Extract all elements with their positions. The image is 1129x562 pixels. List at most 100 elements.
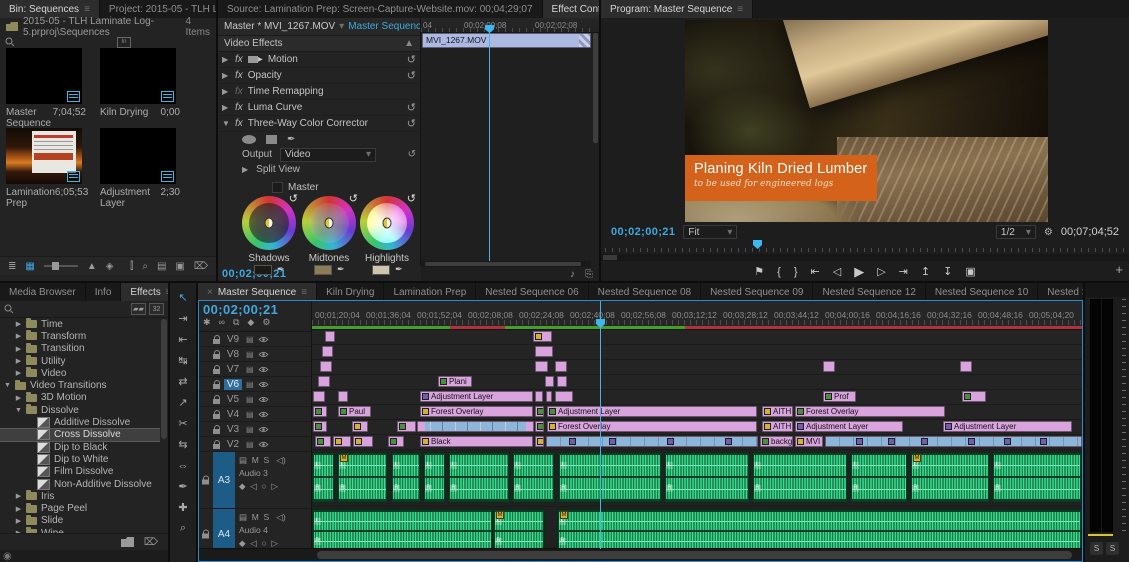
tab-fx-media-browser[interactable]: Media Browser: [0, 283, 86, 301]
nest-toggle-icon[interactable]: ⧉: [233, 317, 239, 328]
video-track-v2[interactable]: BlackbackgMVI: [312, 435, 1082, 450]
add-marker-button[interactable]: ⚑: [754, 265, 764, 278]
sync-lock-icon[interactable]: ▤: [246, 350, 254, 359]
32-bit-color-icon[interactable]: 32: [149, 303, 164, 315]
tree-effect-dip-to-black[interactable]: Dip to Black: [0, 441, 160, 453]
twirl-icon[interactable]: ▶: [222, 55, 230, 64]
twirl-icon[interactable]: ▶: [242, 165, 248, 174]
video-track-v7[interactable]: [312, 360, 1082, 375]
lock-icon[interactable]: [213, 425, 220, 434]
linked-selection-icon[interactable]: ∞: [219, 317, 225, 328]
timeline-clip[interactable]: [555, 361, 567, 372]
tree-effect-dip-to-white[interactable]: Dip to White: [0, 453, 160, 465]
timeline-clip[interactable]: [352, 421, 368, 432]
track-target-v2[interactable]: V2: [224, 439, 242, 450]
fx-badge-icon[interactable]: fx: [235, 86, 243, 97]
tree-label[interactable]: Iris: [41, 491, 54, 502]
audio-clip[interactable]: LR: [448, 452, 510, 503]
effect-name[interactable]: Time Remapping: [248, 86, 324, 97]
bin-item[interactable]: Lamination Prep6;05;53: [0, 128, 88, 209]
track-target-v7[interactable]: V7: [224, 364, 242, 375]
audio-clip[interactable]: LR: [512, 452, 555, 503]
timeline-ruler[interactable]: 00;01;20;0400;01;36;0400;01;52;0400;02;0…: [312, 301, 1082, 330]
timeline-clip[interactable]: [318, 376, 330, 387]
tree-folder-iris[interactable]: ▶Iris: [0, 490, 160, 502]
master-clip-menu[interactable]: Master * MVI_1267.MOV: [224, 21, 335, 32]
timeline-clip-paul[interactable]: Paul: [338, 406, 371, 417]
video-track-v4[interactable]: PaulForest OverlayAdjustment LayerAITHFo…: [312, 405, 1082, 420]
track-buttons[interactable]: ▤ M S ◁): [239, 511, 311, 524]
track-target-v4[interactable]: V4: [224, 409, 242, 420]
pen-tool[interactable]: ✒: [172, 476, 194, 497]
timeline-clip-adjustment-layer[interactable]: Adjustment Layer: [943, 421, 1072, 432]
find-icon[interactable]: ⌕: [142, 261, 148, 272]
bin-item-name[interactable]: Kiln Drying: [100, 107, 148, 118]
razor-tool[interactable]: ✂: [172, 413, 194, 434]
track-select-backward-tool[interactable]: ⇤: [172, 329, 194, 350]
timeline-clip-adjustment-layer[interactable]: Adjustment Layer: [795, 421, 903, 432]
audio-clip[interactable]: LR: [850, 452, 908, 503]
audio-clip[interactable]: LR: [664, 452, 750, 503]
fx-badge-icon[interactable]: fx: [235, 102, 243, 113]
track-name[interactable]: Audio 4: [239, 524, 311, 537]
delete-icon[interactable]: ⌦: [194, 261, 208, 272]
eyedropper-icon[interactable]: ✒: [395, 264, 403, 275]
video-track-v6[interactable]: Plani: [312, 375, 1082, 390]
program-video-frame[interactable]: Planing Kiln Dried Lumber to be used for…: [685, 20, 1048, 222]
video-track-v5[interactable]: Adjustment LayerProf: [312, 390, 1082, 405]
twirl-icon[interactable]: ▶: [15, 505, 22, 513]
tree-label[interactable]: Video: [41, 368, 66, 379]
color-wheel-highlights[interactable]: ↺Highlights: [358, 196, 416, 264]
lock-icon[interactable]: [202, 530, 209, 539]
slip-tool[interactable]: ⇆: [172, 434, 194, 455]
track-header-a3[interactable]: A3▤ M S ◁)Audio 3◆ ◁ ○ ▷: [199, 452, 311, 509]
timeline-clip[interactable]: [535, 361, 548, 372]
tree-folder-transform[interactable]: ▶Transform: [0, 330, 160, 342]
timeline-timecode[interactable]: 00;02;00;21: [203, 302, 307, 317]
timeline-clip[interactable]: [333, 436, 351, 447]
timeline-clip-mvi[interactable]: MVI: [795, 436, 823, 447]
track-select-forward-tool[interactable]: ⇥: [172, 308, 194, 329]
bin-thumbnail[interactable]: [6, 128, 82, 184]
bin-item-name[interactable]: Adjustment Layer: [100, 187, 161, 209]
go-to-out-button[interactable]: ⇥: [899, 265, 908, 278]
sync-lock-icon[interactable]: ▤: [246, 335, 254, 344]
panel-menu-icon[interactable]: ≡: [737, 4, 743, 15]
sync-lock-icon[interactable]: ▤: [246, 440, 254, 449]
play-button[interactable]: ▶: [854, 264, 864, 280]
timeline-clip[interactable]: [322, 346, 333, 357]
sync-lock-icon[interactable]: ▤: [246, 365, 254, 374]
rolling-edit-tool[interactable]: ⇄: [172, 371, 194, 392]
lock-icon[interactable]: [213, 440, 220, 449]
panel-menu-icon[interactable]: ≡: [84, 4, 90, 15]
tab-timeline-nested-sequence-11[interactable]: Nested Sequence 11: [1038, 283, 1083, 301]
accelerated-effects-icon[interactable]: ▰▰: [131, 303, 146, 315]
search-icon[interactable]: [4, 304, 14, 314]
reset-icon[interactable]: ↺: [407, 192, 416, 205]
timeline-clip-adjustment-layer[interactable]: Adjustment Layer: [420, 391, 533, 402]
timeline-clip[interactable]: [320, 361, 332, 372]
audio-clip[interactable]: LR: [558, 452, 662, 503]
solo-right-button[interactable]: S: [1106, 542, 1119, 555]
rect-mask-icon[interactable]: [266, 135, 277, 144]
effect-name[interactable]: Motion: [268, 54, 298, 65]
tab-ec-effect-controls[interactable]: Effect Controls≡: [543, 0, 599, 18]
tab-program[interactable]: Program: Master Sequence≡: [601, 0, 753, 18]
tree-folder-video[interactable]: ▶Video: [0, 367, 160, 379]
track-output-eye-icon[interactable]: [258, 381, 269, 388]
effect-row-three-way-color-corrector[interactable]: ▼fxThree-Way Color Corrector↺: [218, 116, 420, 132]
keyframe-controls[interactable]: ◆ ◁ ○ ▷: [239, 480, 311, 493]
sync-lock-icon[interactable]: ▤: [246, 425, 254, 434]
clip-duration-bar[interactable]: MVI_1267.MOV: [422, 33, 591, 48]
tree-folder-video-transitions[interactable]: ▼Video Transitions: [0, 379, 160, 391]
timeline-clip[interactable]: [338, 391, 348, 402]
program-ruler[interactable]: [605, 242, 1125, 252]
timeline-clip[interactable]: [823, 361, 835, 372]
sync-lock-icon[interactable]: ▤: [246, 410, 254, 419]
audio-clip[interactable]: LR: [752, 452, 848, 503]
tab-timeline-kiln-drying[interactable]: Kiln Drying: [317, 283, 384, 301]
twirl-icon[interactable]: ▼: [4, 382, 11, 389]
twirl-icon[interactable]: ▶: [15, 394, 22, 402]
twirl-icon[interactable]: ▶: [222, 103, 230, 112]
tree-folder-page-peel[interactable]: ▶Page Peel: [0, 502, 160, 514]
